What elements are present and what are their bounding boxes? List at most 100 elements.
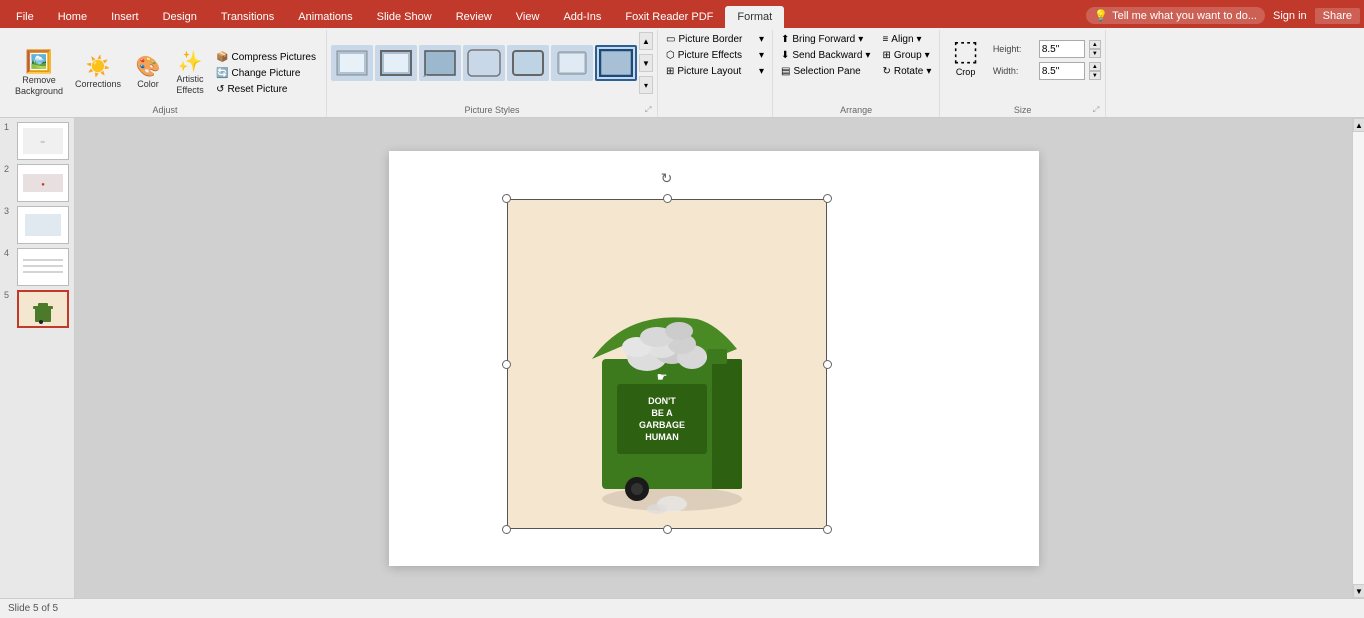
height-down[interactable]: ▼	[1089, 49, 1101, 58]
change-picture-icon: 🔄	[216, 68, 228, 79]
slide-2-thumb[interactable]: 2 ●	[4, 164, 70, 202]
send-backward-button[interactable]: ⬇ Send Backward ▾	[777, 48, 874, 63]
width-label: Width:	[993, 66, 1035, 76]
tab-foxit[interactable]: Foxit Reader PDF	[613, 6, 725, 28]
style-1[interactable]	[331, 45, 373, 81]
style-6[interactable]	[551, 45, 593, 81]
height-label: Height:	[993, 44, 1035, 54]
picture-border-button[interactable]: ▭ Picture Border ▾	[662, 32, 768, 47]
rotate-button[interactable]: ↻ Rotate ▾	[878, 64, 935, 79]
height-input[interactable]	[1039, 40, 1085, 58]
width-down[interactable]: ▼	[1089, 71, 1101, 80]
bring-forward-dropdown[interactable]: ▾	[858, 34, 863, 45]
share-button[interactable]: Share	[1315, 8, 1360, 24]
tab-animations[interactable]: Animations	[286, 6, 364, 28]
slide-5-thumb[interactable]: 5	[4, 290, 70, 328]
change-picture-button[interactable]: 🔄 Change Picture	[212, 66, 320, 81]
handle-middle-right[interactable]	[823, 360, 832, 369]
style-3[interactable]	[419, 45, 461, 81]
handle-top-right[interactable]	[823, 194, 832, 203]
handle-middle-left[interactable]	[502, 360, 511, 369]
color-button[interactable]: 🎨 Color	[128, 54, 168, 93]
picture-effects-group: ▭ Picture Border ▾ ⬡ Picture Effects ▾ ⊞…	[658, 30, 773, 117]
tab-addins[interactable]: Add-Ins	[551, 6, 613, 28]
tab-file[interactable]: File	[4, 6, 46, 28]
layout-dropdown-icon[interactable]: ▾	[759, 66, 764, 77]
size-crop-content: ⬚ Crop Height: ▲ ▼ Width: ▲	[944, 32, 1100, 80]
slide-1-thumb[interactable]: 1 ✏	[4, 122, 70, 160]
corrections-button[interactable]: ☀️ Corrections	[70, 54, 126, 93]
width-spinner: ▲ ▼	[1089, 62, 1101, 80]
styles-scroll: ▲ ▼ ▾	[639, 32, 653, 94]
width-up[interactable]: ▲	[1089, 62, 1101, 71]
border-dropdown-icon[interactable]: ▾	[759, 34, 764, 45]
style-7-active[interactable]	[595, 45, 637, 81]
artistic-effects-button[interactable]: ✨ Artistic Effects	[170, 49, 210, 99]
svg-text:HUMAN: HUMAN	[645, 432, 679, 442]
selection-pane-button[interactable]: ▤ Selection Pane	[777, 64, 874, 79]
tell-me-box[interactable]: 💡 Tell me what you want to do...	[1086, 7, 1265, 24]
slide-3-thumb[interactable]: 3	[4, 206, 70, 244]
tab-design[interactable]: Design	[151, 6, 209, 28]
send-backward-dropdown[interactable]: ▾	[865, 50, 870, 61]
scroll-down-arrow[interactable]: ▼	[1353, 584, 1364, 598]
style-4[interactable]	[463, 45, 505, 81]
group-button[interactable]: ⊞ Group ▾	[878, 48, 935, 63]
scroll-track[interactable]	[1353, 132, 1364, 584]
picture-styles-label: Picture Styles	[327, 105, 657, 115]
tab-home[interactable]: Home	[46, 6, 99, 28]
picture-styles-dialog-launcher[interactable]: ⤢	[645, 105, 655, 115]
rotate-handle[interactable]: ↻	[659, 171, 675, 187]
effects-dropdown-icon[interactable]: ▾	[759, 50, 764, 61]
handle-bottom-left[interactable]	[502, 525, 511, 534]
handle-top-center[interactable]	[663, 194, 672, 203]
styles-scroll-up[interactable]: ▲	[639, 32, 653, 50]
compress-pictures-button[interactable]: 📦 Compress Pictures	[212, 50, 320, 65]
group-dropdown[interactable]: ▾	[925, 50, 930, 61]
slide-count: Slide 5 of 5	[8, 603, 58, 614]
selected-image[interactable]: DON'T BE A GARBAGE HUMAN ☛	[507, 199, 827, 529]
picture-layout-button[interactable]: ⊞ Picture Layout ▾	[662, 64, 768, 79]
styles-grid	[331, 45, 637, 81]
remove-bg-label: Remove Background	[15, 75, 63, 97]
tab-view[interactable]: View	[504, 6, 552, 28]
selection-pane-icon: ▤	[781, 66, 790, 77]
scroll-up-arrow[interactable]: ▲	[1353, 118, 1364, 132]
bring-forward-button[interactable]: ⬆ Bring Forward ▾	[777, 32, 874, 47]
style-2[interactable]	[375, 45, 417, 81]
size-fields: Height: ▲ ▼ Width: ▲ ▼	[993, 32, 1101, 80]
align-button[interactable]: ≡ Align ▾	[878, 32, 935, 47]
tab-slideshow[interactable]: Slide Show	[365, 6, 444, 28]
remove-background-button[interactable]: 🖼️ Remove Background	[10, 48, 68, 100]
size-dialog-launcher[interactable]: ⤢	[1093, 105, 1103, 115]
corrections-label: Corrections	[75, 79, 121, 90]
handle-bottom-right[interactable]	[823, 525, 832, 534]
color-label: Color	[137, 79, 159, 90]
crop-button[interactable]: ⬚ Crop	[944, 32, 986, 79]
height-up[interactable]: ▲	[1089, 40, 1101, 49]
signin-link[interactable]: Sign in	[1273, 10, 1307, 22]
tab-review[interactable]: Review	[444, 6, 504, 28]
picture-effects-button[interactable]: ⬡ Picture Effects ▾	[662, 48, 768, 63]
tab-transitions[interactable]: Transitions	[209, 6, 286, 28]
slide-4-thumb[interactable]: 4	[4, 248, 70, 286]
style-5[interactable]	[507, 45, 549, 81]
arrange-content: ⬆ Bring Forward ▾ ⬇ Send Backward ▾ ▤ Se…	[777, 32, 935, 79]
width-input[interactable]	[1039, 62, 1085, 80]
adjust-col-small: 📦 Compress Pictures 🔄 Change Picture ↺ R…	[212, 50, 320, 97]
align-dropdown[interactable]: ▾	[917, 34, 922, 45]
lightbulb-icon: 💡	[1094, 9, 1108, 22]
tab-format[interactable]: Format	[725, 6, 784, 28]
reset-icon: ↺	[216, 84, 224, 95]
rotate-dropdown[interactable]: ▾	[926, 66, 931, 77]
styles-scroll-more[interactable]: ▾	[639, 76, 653, 94]
handle-bottom-center[interactable]	[663, 525, 672, 534]
slide-panel: 1 ✏ 2 ● 3 4 5	[0, 118, 75, 598]
slide-1-preview: ✏	[17, 122, 69, 160]
svg-text:●: ●	[41, 182, 45, 188]
reset-picture-button[interactable]: ↺ Reset Picture	[212, 82, 320, 97]
tab-insert[interactable]: Insert	[99, 6, 151, 28]
styles-scroll-down[interactable]: ▼	[639, 54, 653, 72]
bring-forward-icon: ⬆	[781, 34, 789, 45]
handle-top-left[interactable]	[502, 194, 511, 203]
